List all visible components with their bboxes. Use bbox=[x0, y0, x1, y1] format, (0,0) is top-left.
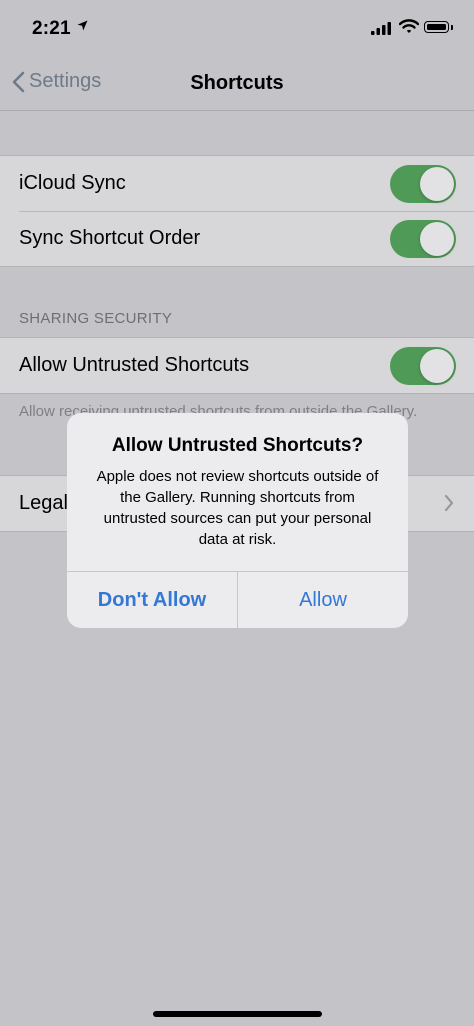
settings-row-allow-untrusted: Allow Untrusted Shortcuts bbox=[0, 338, 474, 393]
icloud-sync-toggle[interactable] bbox=[390, 165, 456, 203]
dont-allow-button[interactable]: Don't Allow bbox=[67, 572, 237, 628]
settings-row-icloud-sync: iCloud Sync bbox=[0, 156, 474, 211]
alert-title: Allow Untrusted Shortcuts? bbox=[111, 435, 364, 456]
battery-icon bbox=[424, 21, 453, 33]
status-bar: 2:21 bbox=[0, 0, 474, 56]
settings-row-label: Sync Shortcut Order bbox=[19, 227, 201, 249]
sync-shortcut-order-toggle[interactable] bbox=[390, 220, 456, 258]
status-time: 2:21 bbox=[32, 18, 71, 39]
settings-row-label: iCloud Sync bbox=[19, 172, 126, 194]
chevron-right-icon bbox=[444, 494, 454, 512]
allow-untrusted-toggle[interactable] bbox=[390, 347, 456, 385]
section-header: SHARING SECURITY bbox=[19, 310, 173, 327]
wifi-icon bbox=[399, 19, 419, 33]
home-indicator[interactable] bbox=[153, 1011, 322, 1017]
page-title: Shortcuts bbox=[190, 72, 284, 94]
location-arrow-icon bbox=[77, 19, 88, 34]
settings-row-label: Legal bbox=[19, 492, 68, 514]
settings-row-label: Allow Untrusted Shortcuts bbox=[19, 354, 250, 376]
cellular-signal-icon bbox=[371, 22, 391, 35]
alert-message: Apple does not review shortcuts outside … bbox=[96, 468, 379, 548]
alert-button-row: Don't Allow Allow bbox=[67, 571, 408, 628]
navigation-bar: Settings Shortcuts bbox=[0, 56, 474, 111]
settings-row-sync-shortcut-order: Sync Shortcut Order bbox=[0, 211, 474, 266]
sync-settings-group: iCloud Sync Sync Shortcut Order bbox=[0, 155, 474, 267]
sharing-security-group: Allow Untrusted Shortcuts bbox=[0, 337, 474, 394]
alert-dialog: Allow Untrusted Shortcuts? Apple does no… bbox=[67, 413, 408, 628]
allow-button[interactable]: Allow bbox=[237, 572, 408, 628]
